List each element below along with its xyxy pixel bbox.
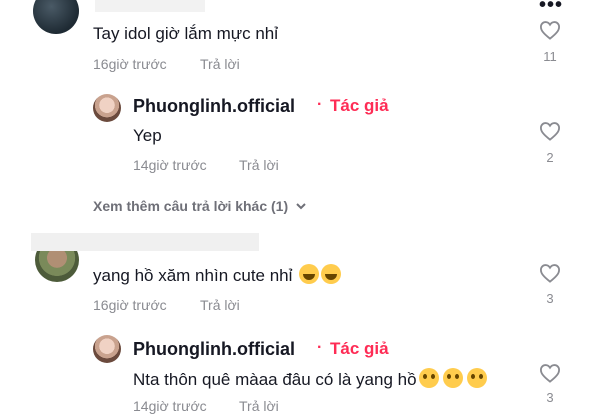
reply-time: 14giờ trước — [133, 157, 207, 173]
laughing-emoji-icon — [299, 264, 320, 284]
like-count: 3 — [546, 291, 554, 306]
view-more-replies-label: Xem thêm câu trả lời khác (1) — [93, 198, 289, 214]
more-options-icon[interactable]: ••• — [539, 0, 563, 17]
heart-outline-icon — [539, 122, 561, 141]
reply-button[interactable]: Trả lời — [239, 157, 279, 173]
like-count: 11 — [543, 49, 557, 64]
reply-text: Yep — [133, 126, 162, 145]
like-button[interactable] — [539, 263, 561, 283]
reply-button[interactable]: Trả lời — [200, 56, 240, 72]
like-button[interactable] — [539, 121, 561, 141]
reply-author-avatar[interactable] — [93, 335, 121, 363]
comment-time: 16giờ trước — [93, 56, 167, 72]
comment-text-content: yang hồ xăm nhìn cute nhỉ — [93, 266, 293, 285]
view-more-replies-button[interactable]: Xem thêm câu trả lời khác (1) — [93, 198, 308, 214]
heart-outline-icon — [539, 264, 561, 283]
heart-outline-icon — [539, 21, 561, 40]
reply-button[interactable]: Trả lời — [200, 297, 240, 313]
reply-username[interactable]: Phuonglinh.official — [133, 96, 295, 117]
pleading-emoji-icon — [466, 368, 487, 388]
separator-dot: · — [317, 96, 323, 113]
like-button[interactable] — [539, 20, 561, 40]
reply-author-avatar[interactable] — [93, 94, 121, 122]
author-badge: Tác giả — [330, 339, 389, 358]
commenter-avatar[interactable] — [33, 0, 79, 34]
redacted-username — [95, 0, 205, 12]
reply-username[interactable]: Phuonglinh.official — [133, 339, 295, 360]
like-button[interactable] — [539, 363, 561, 383]
author-badge: Tác giả — [330, 96, 389, 115]
reply-text: Nta thôn quê màaa đâu có là yang hồ — [133, 368, 487, 390]
like-count: 2 — [546, 150, 554, 165]
comment-text: yang hồ xăm nhìn cute nhỉ — [93, 264, 342, 286]
like-count: 3 — [546, 390, 554, 405]
redacted-username — [31, 233, 259, 251]
pleading-emoji-icon — [418, 368, 439, 388]
reply-time: 14giờ trước — [133, 398, 207, 414]
reply-text-content: Nta thôn quê màaa đâu có là yang hồ — [133, 370, 417, 389]
laughing-emoji-icon — [321, 264, 342, 284]
comment-text: Tay idol giờ lắm mực nhỉ — [93, 24, 279, 43]
reply-button[interactable]: Trả lời — [239, 398, 279, 414]
heart-outline-icon — [539, 364, 561, 383]
comment-time: 16giờ trước — [93, 297, 167, 313]
chevron-down-icon — [296, 203, 306, 210]
pleading-emoji-icon — [442, 368, 463, 388]
separator-dot: · — [317, 339, 323, 356]
